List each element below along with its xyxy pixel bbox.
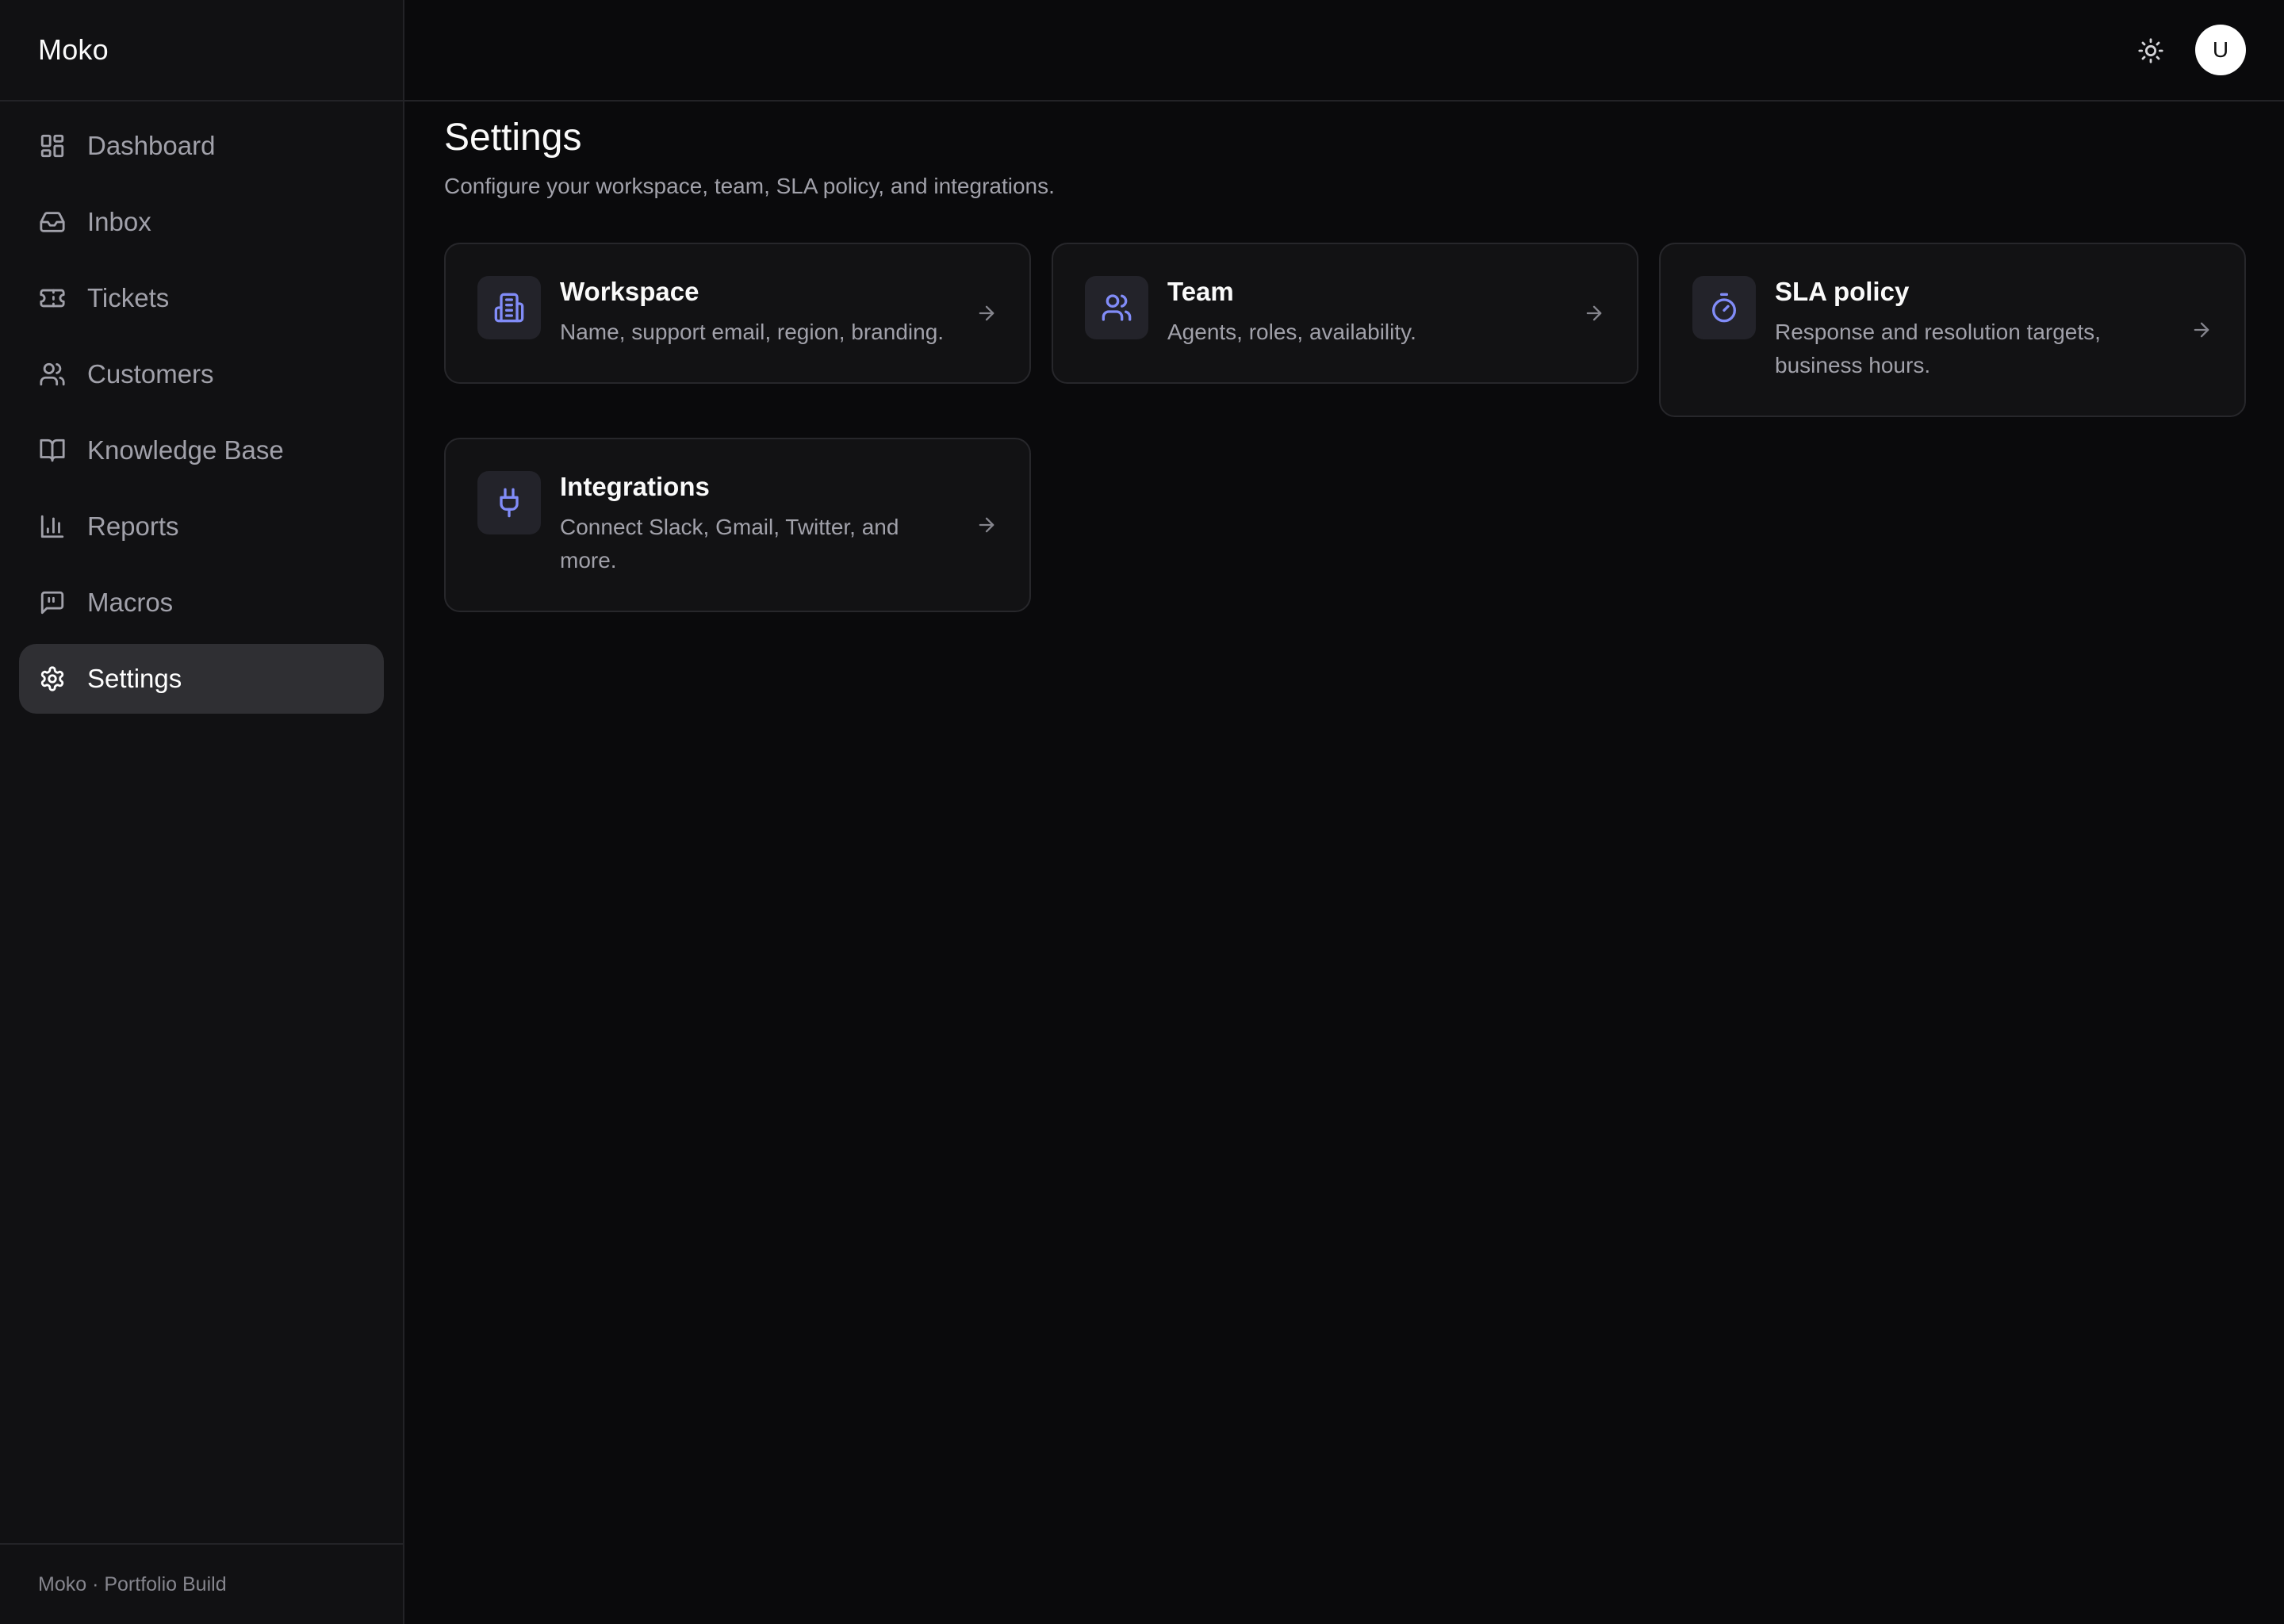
card-text: SLA policy Response and resolution targe… (1775, 276, 2171, 382)
top-bar: U (404, 0, 2284, 102)
sidebar-nav: Dashboard Inbox Tickets Customers Knowle… (0, 111, 403, 714)
gear-icon (38, 665, 67, 693)
message-quote-icon (38, 588, 67, 617)
theme-toggle-button[interactable] (2132, 32, 2170, 70)
sidebar-item-inbox[interactable]: Inbox (19, 187, 384, 257)
sidebar-item-customers[interactable]: Customers (19, 339, 384, 409)
card-integrations[interactable]: Integrations Connect Slack, Gmail, Twitt… (444, 438, 1031, 612)
avatar[interactable]: U (2195, 25, 2246, 75)
card-workspace[interactable]: Workspace Name, support email, region, b… (444, 243, 1031, 384)
sidebar-footer: Moko · Portfolio Build (0, 1543, 403, 1624)
sidebar-item-reports[interactable]: Reports (19, 492, 384, 561)
sidebar-item-label: Settings (87, 664, 182, 693)
sidebar-item-label: Reports (87, 511, 179, 541)
card-text: Integrations Connect Slack, Gmail, Twitt… (560, 471, 956, 577)
card-team[interactable]: Team Agents, roles, availability. (1052, 243, 1638, 384)
app-root: Moko Dashboard Inbox Tickets Customers K… (0, 0, 2284, 1624)
brand-logo[interactable]: Moko (0, 0, 403, 102)
users-icon (38, 360, 67, 389)
card-title: Team (1167, 277, 1234, 306)
sidebar: Moko Dashboard Inbox Tickets Customers K… (0, 0, 404, 1624)
arrow-right-icon (975, 302, 998, 324)
sidebar-item-label: Tickets (87, 283, 170, 312)
dashboard-icon (38, 132, 67, 160)
card-description: Agents, roles, availability. (1167, 320, 1416, 344)
card-title: Integrations (560, 472, 710, 501)
sidebar-item-dashboard[interactable]: Dashboard (19, 111, 384, 181)
bar-chart-icon (38, 512, 67, 541)
main-content: Settings Configure your workspace, team,… (444, 102, 2246, 612)
timer-icon (1692, 276, 1756, 339)
page-title: Settings (444, 117, 582, 159)
card-description: Name, support email, region, branding. (560, 320, 945, 344)
card-text: Team Agents, roles, availability. (1167, 276, 1564, 349)
card-description: Connect Slack, Gmail, Twitter, and more. (560, 515, 899, 573)
sidebar-item-label: Macros (87, 588, 174, 617)
card-description: Response and resolution targets, busines… (1775, 320, 2101, 377)
card-title: SLA policy (1775, 277, 1910, 306)
arrow-right-icon (2190, 319, 2213, 341)
arrow-right-icon (975, 514, 998, 536)
building-icon (477, 276, 541, 339)
sidebar-item-settings[interactable]: Settings (19, 644, 384, 714)
sidebar-item-macros[interactable]: Macros (19, 568, 384, 638)
card-text: Workspace Name, support email, region, b… (560, 276, 956, 349)
card-title: Workspace (560, 277, 699, 306)
sidebar-item-label: Inbox (87, 207, 151, 236)
ticket-icon (38, 284, 67, 312)
settings-cards: Workspace Name, support email, region, b… (444, 243, 2246, 612)
users-icon (1085, 276, 1148, 339)
sidebar-item-knowledge-base[interactable]: Knowledge Base (19, 416, 384, 485)
sun-icon (2137, 37, 2164, 64)
arrow-right-icon (1583, 302, 1605, 324)
plug-icon (477, 471, 541, 534)
sidebar-item-label: Customers (87, 359, 214, 389)
card-sla-policy[interactable]: SLA policy Response and resolution targe… (1659, 243, 2246, 417)
sidebar-item-label: Dashboard (87, 131, 216, 160)
inbox-icon (38, 208, 67, 236)
page-subtitle: Configure your workspace, team, SLA poli… (444, 174, 1055, 198)
book-icon (38, 436, 67, 465)
sidebar-item-label: Knowledge Base (87, 435, 284, 465)
sidebar-item-tickets[interactable]: Tickets (19, 263, 384, 333)
